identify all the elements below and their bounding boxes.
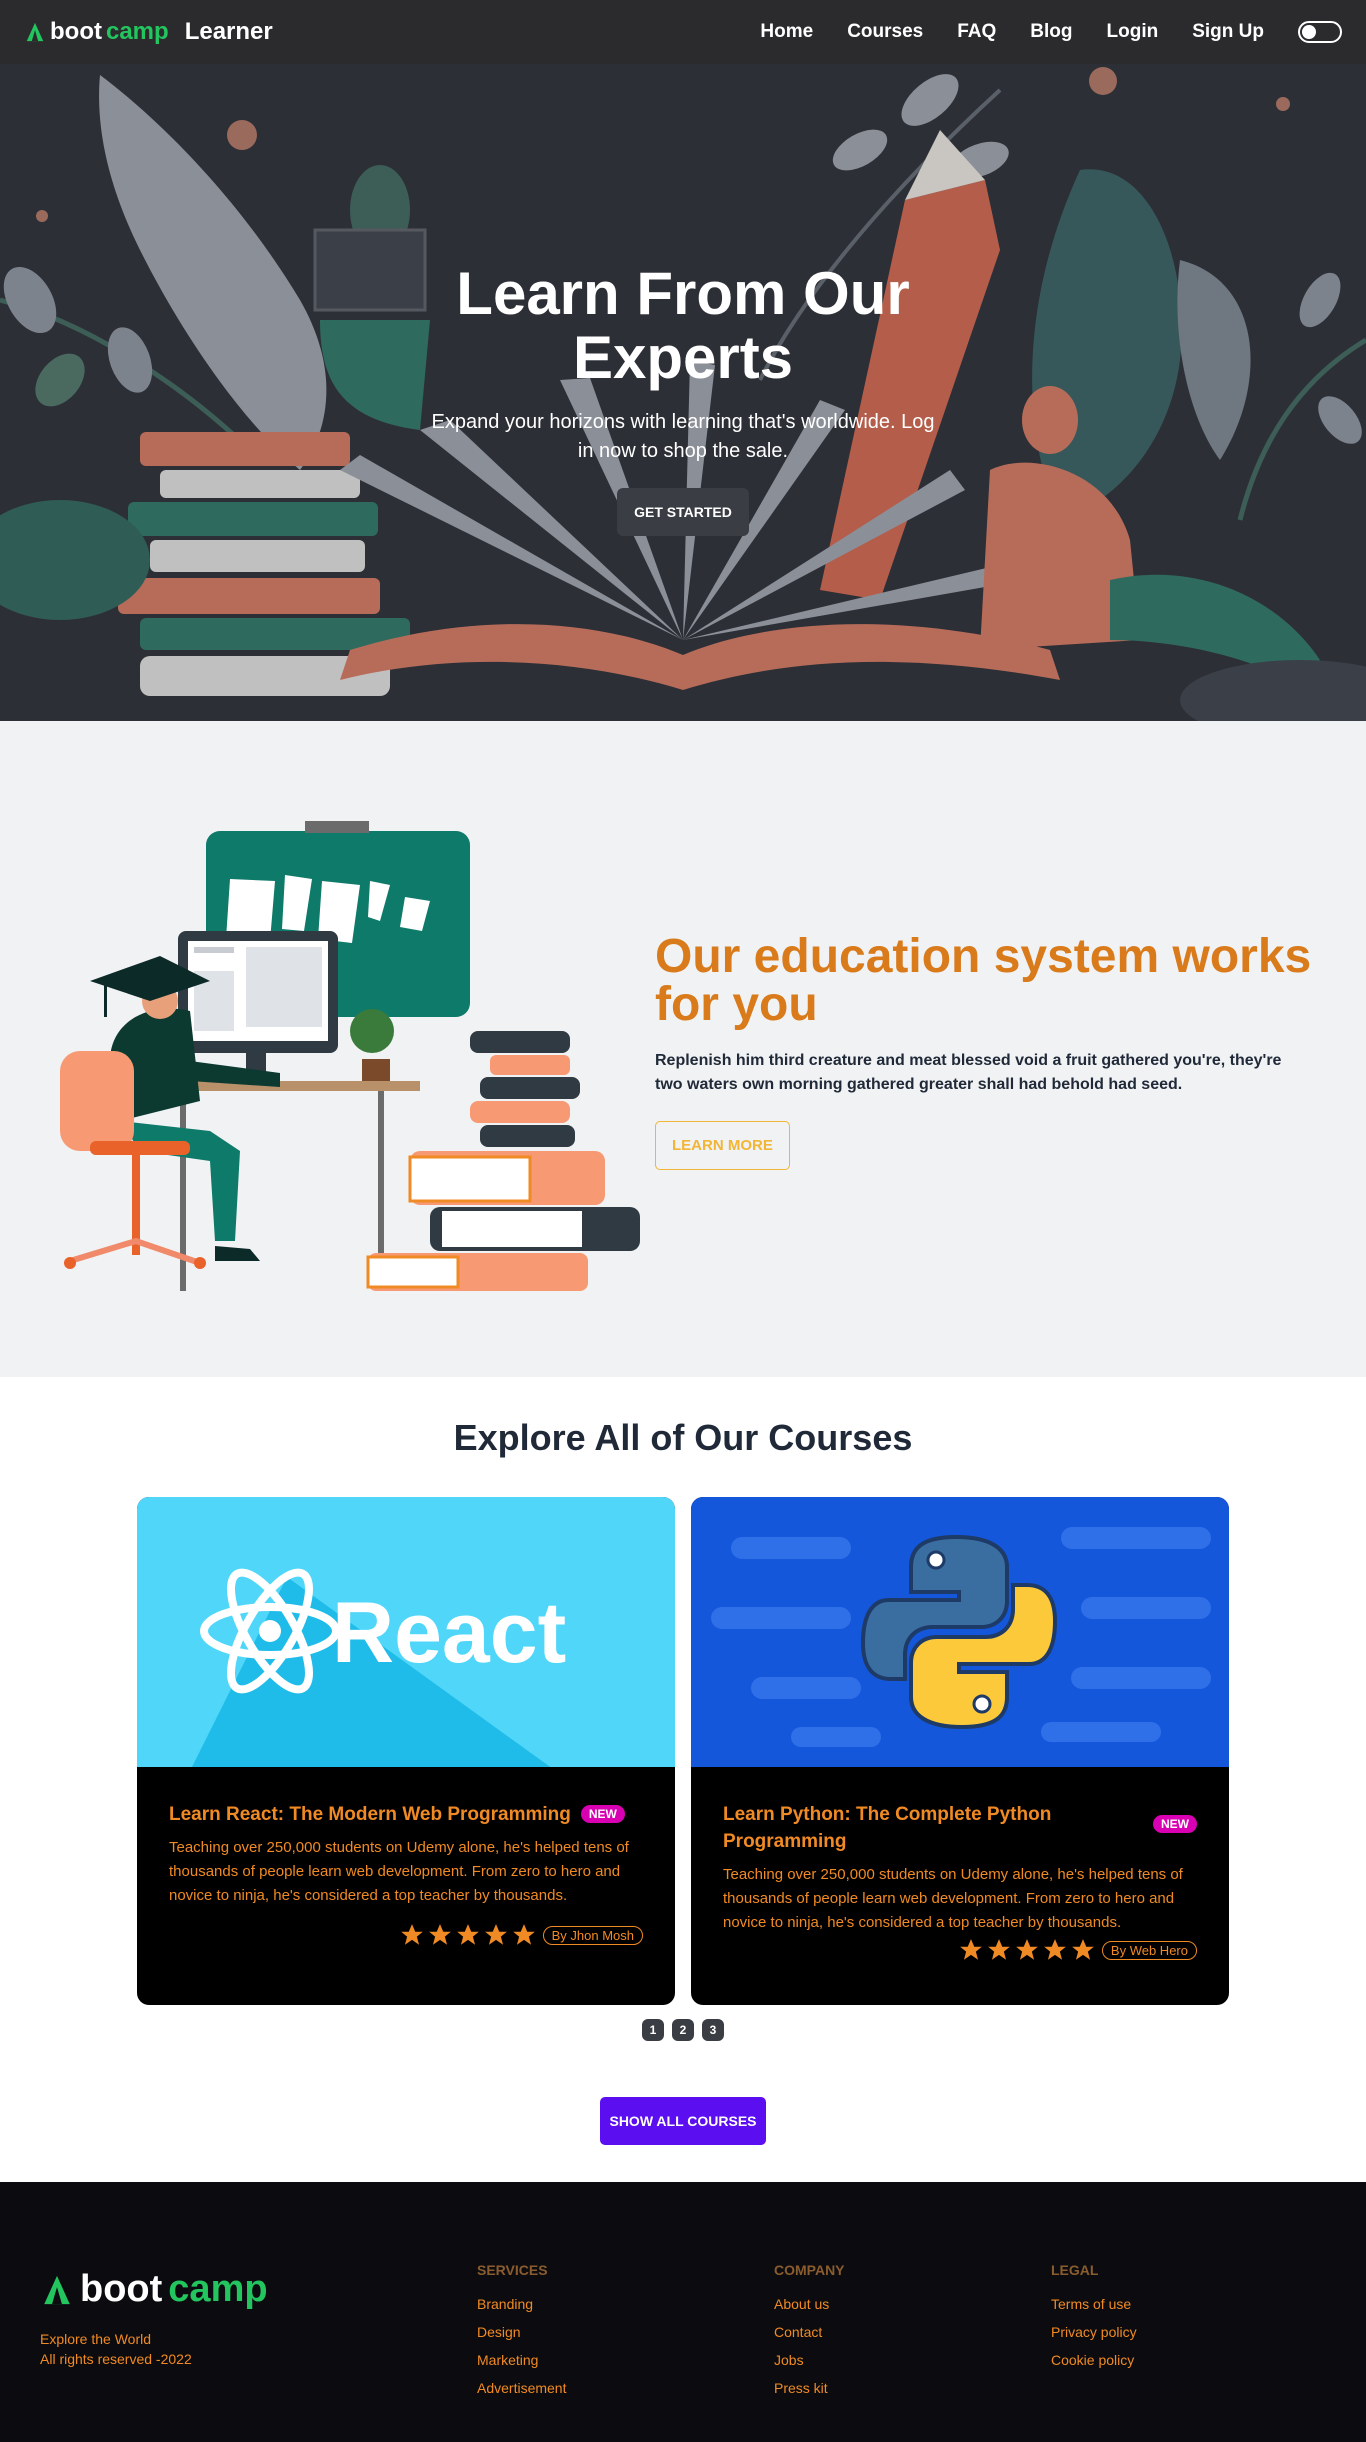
top-navbar: boot camp Learner Home Courses FAQ Blog L… <box>0 0 1366 64</box>
star-icon <box>428 1924 451 1945</box>
page-3-button[interactable]: 3 <box>702 2019 724 2041</box>
footer-link-terms[interactable]: Terms of use <box>1051 2290 1137 2318</box>
hero-content: Learn From Our Experts Expand your horiz… <box>0 262 1366 536</box>
nav-links: Home Courses FAQ Blog Login Sign Up <box>760 21 1342 43</box>
get-started-button[interactable]: GET STARTED <box>617 488 749 536</box>
footer-link-press-kit[interactable]: Press kit <box>774 2374 845 2402</box>
star-icon <box>960 1939 982 1960</box>
footer-brand-camp: camp <box>168 2268 268 2310</box>
page-1-button[interactable]: 1 <box>642 2019 664 2041</box>
footer-tagline-line1: Explore the World <box>40 2331 152 2347</box>
courses-section: Explore All of Our Courses React Learn R… <box>0 1377 1366 2182</box>
footer-logo[interactable]: boot camp <box>40 2268 268 2311</box>
footer-brand-boot: boot <box>80 2268 163 2310</box>
new-badge: NEW <box>580 1805 625 1823</box>
nav-blog[interactable]: Blog <box>1030 21 1072 43</box>
footer-link-contact[interactable]: Contact <box>774 2318 845 2346</box>
brand-app-name: Learner <box>184 18 273 45</box>
star-icon <box>1072 1939 1094 1960</box>
nav-signup[interactable]: Sign Up <box>1192 21 1264 43</box>
footer-copyright: All rights reserved -2022 <box>40 2351 192 2367</box>
brand-boot-text: boot <box>50 18 102 45</box>
legal-heading: LEGAL <box>1051 2262 1099 2278</box>
star-icon <box>484 1924 507 1945</box>
react-image-label: React <box>332 1585 566 1681</box>
learn-more-button[interactable]: LEARN MORE <box>655 1121 790 1170</box>
hero-section: Learn From Our Experts Expand your horiz… <box>0 0 1366 721</box>
author-badge: By Jhon Mosh <box>542 1925 643 1945</box>
python-course-image <box>691 1497 1229 1767</box>
course-description: Teaching over 250,000 students on Udemy … <box>169 1839 629 1904</box>
pagination: 1 2 3 <box>0 2019 1366 2041</box>
card-head: Learn React: The Modern Web Programming … <box>169 1801 643 1828</box>
show-all-courses-button[interactable]: SHOW ALL COURSES <box>600 2097 766 2145</box>
toggle-knob <box>1302 25 1316 39</box>
nav-courses[interactable]: Courses <box>847 21 923 43</box>
theme-toggle[interactable] <box>1298 21 1342 43</box>
nav-home[interactable]: Home <box>760 21 813 43</box>
course-cards: React Learn React: The Modern Web Progra… <box>137 1497 1229 2005</box>
star-icon <box>456 1924 479 1945</box>
footer-link-jobs[interactable]: Jobs <box>774 2346 845 2374</box>
nav-faq[interactable]: FAQ <box>957 21 996 43</box>
footer-link-branding[interactable]: Branding <box>477 2290 566 2318</box>
footer: boot camp Explore the World All rights re… <box>0 2182 1366 2442</box>
tent-icon <box>44 2275 70 2304</box>
footer-tagline: Explore the World All rights reserved -2… <box>40 2329 268 2369</box>
star-icon <box>988 1939 1010 1960</box>
footer-company: COMPANY About us Contact Jobs Press kit <box>774 2262 845 2402</box>
rating-stars <box>958 1937 1096 1963</box>
star-icon <box>512 1924 535 1945</box>
footer-services: SERVICES Branding Design Marketing Adver… <box>477 2262 566 2402</box>
footer-link-about[interactable]: About us <box>774 2290 845 2318</box>
student-at-desk-illustration <box>60 821 640 1291</box>
brand[interactable]: boot camp Learner <box>24 18 273 46</box>
star-icon <box>400 1924 423 1945</box>
react-course-image: React <box>137 1497 675 1767</box>
company-heading: COMPANY <box>774 2262 845 2278</box>
tent-icon <box>26 22 44 42</box>
brand-camp-text: camp <box>105 18 169 45</box>
card-body: Learn Python: The Complete Python Progra… <box>691 1767 1229 1963</box>
brand-logo: boot camp <box>24 18 169 46</box>
footer-legal: LEGAL Terms of use Privacy policy Cookie… <box>1051 2262 1137 2374</box>
footer-link-marketing[interactable]: Marketing <box>477 2346 566 2374</box>
footer-link-privacy[interactable]: Privacy policy <box>1051 2318 1137 2346</box>
card-footer: By Web Hero <box>723 1937 1197 1963</box>
footer-brand: boot camp Explore the World All rights re… <box>40 2268 268 2369</box>
hero-subtitle: Expand your horizons with learning that'… <box>431 411 935 462</box>
page-2-button[interactable]: 2 <box>672 2019 694 2041</box>
footer-link-advertisement[interactable]: Advertisement <box>477 2374 566 2402</box>
rating-stars <box>399 1922 537 1948</box>
course-title[interactable]: Learn Python: The Complete Python Progra… <box>723 1801 1113 1855</box>
hero-title: Learn From Our Experts <box>456 260 910 391</box>
services-heading: SERVICES <box>477 2262 548 2278</box>
footer-link-design[interactable]: Design <box>477 2318 566 2346</box>
card-head: Learn Python: The Complete Python Progra… <box>723 1801 1197 1855</box>
course-description: Teaching over 250,000 students on Udemy … <box>723 1866 1183 1931</box>
course-title[interactable]: Learn React: The Modern Web Programming <box>169 1801 571 1828</box>
author-badge: By Web Hero <box>1101 1940 1197 1960</box>
education-text: Our education system works for you Reple… <box>655 933 1335 1170</box>
course-card-python[interactable]: Learn Python: The Complete Python Progra… <box>691 1497 1229 2005</box>
star-icon <box>1044 1939 1066 1960</box>
education-title: Our education system works for you <box>655 930 1312 1031</box>
new-badge: NEW <box>1153 1815 1197 1833</box>
nav-login[interactable]: Login <box>1107 21 1159 43</box>
education-description: Replenish him third creature and meat bl… <box>655 1052 1282 1093</box>
star-icon <box>1016 1939 1038 1960</box>
education-section: Our education system works for you Reple… <box>0 721 1366 1377</box>
footer-link-cookie[interactable]: Cookie policy <box>1051 2346 1137 2374</box>
course-card-react[interactable]: React Learn React: The Modern Web Progra… <box>137 1497 675 2005</box>
courses-title: Explore All of Our Courses <box>453 1417 913 1458</box>
card-body: Learn React: The Modern Web Programming … <box>137 1767 675 1948</box>
card-footer: By Jhon Mosh <box>169 1922 643 1948</box>
